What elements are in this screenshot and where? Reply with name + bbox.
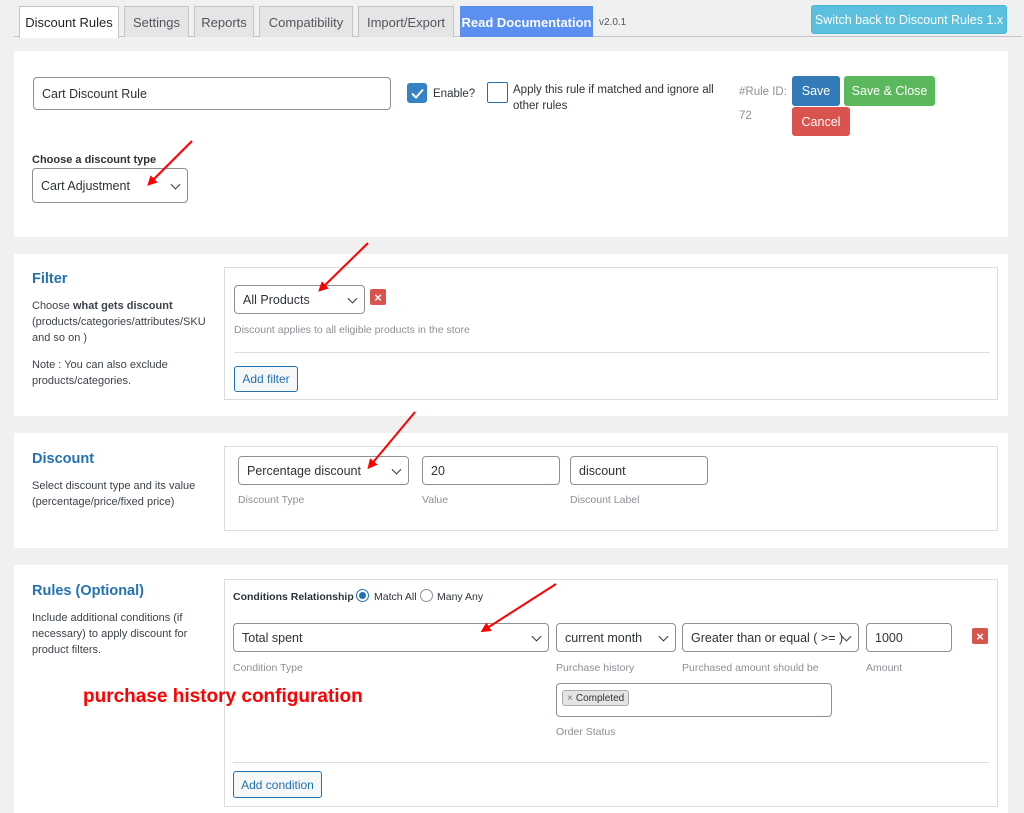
rule-name-input[interactable]: Cart Discount Rule bbox=[33, 77, 391, 110]
radio-dot-icon bbox=[359, 592, 366, 599]
tab-import-export[interactable]: Import/Export bbox=[358, 6, 454, 37]
chevron-down-icon bbox=[658, 631, 669, 642]
filter-desc-line2: (products/categories/attributes/SKU bbox=[32, 316, 206, 328]
enable-label: Enable? bbox=[433, 88, 476, 100]
add-condition-button[interactable]: Add condition bbox=[233, 771, 322, 798]
tag-remove-icon[interactable]: × bbox=[567, 693, 573, 704]
order-status-tag-label: Completed bbox=[575, 692, 625, 704]
condition-type-value: Total spent bbox=[242, 630, 303, 645]
chevron-down-icon bbox=[170, 179, 181, 190]
many-any-radio[interactable] bbox=[420, 589, 433, 602]
filter-divider bbox=[234, 352, 990, 353]
condition-type-hint: Condition Type bbox=[233, 662, 303, 674]
filter-note: Note : You can also exclude products/cat… bbox=[32, 357, 168, 389]
purchase-history-hint: Purchase history bbox=[556, 662, 635, 674]
discount-type-value-select[interactable]: Percentage discount bbox=[238, 456, 409, 485]
discount-label-hint: Discount Label bbox=[570, 494, 640, 506]
amount-hint: Amount bbox=[866, 662, 903, 674]
remove-condition-icon[interactable]: × bbox=[972, 628, 988, 644]
comparison-select[interactable]: Greater than or equal ( >= ) bbox=[682, 623, 859, 652]
purchase-history-value: current month bbox=[565, 630, 643, 645]
chevron-down-icon bbox=[347, 293, 358, 304]
condition-type-select[interactable]: Total spent bbox=[233, 623, 549, 652]
rule-id-label: #Rule ID: bbox=[739, 86, 787, 98]
apply-ignore-label-line2: other rules bbox=[513, 100, 568, 112]
discount-type-value: Cart Adjustment bbox=[41, 178, 130, 193]
filter-description: Choose what gets discount (products/cate… bbox=[32, 298, 206, 346]
tab-read-documentation[interactable]: Read Documentation bbox=[460, 6, 593, 37]
chevron-down-icon bbox=[391, 464, 402, 475]
filter-title: Filter bbox=[32, 271, 68, 287]
apply-ignore-checkbox[interactable] bbox=[487, 82, 508, 103]
order-status-hint: Order Status bbox=[556, 726, 616, 738]
discount-box: Percentage discount Discount Type 20 Val… bbox=[224, 446, 998, 531]
comparison-value: Greater than or equal ( >= ) bbox=[691, 630, 844, 645]
discount-type-label: Choose a discount type bbox=[32, 154, 157, 166]
rules-title: Rules (Optional) bbox=[32, 583, 144, 599]
filter-note-line1: Note : You can also exclude bbox=[32, 359, 168, 371]
match-all-radio[interactable] bbox=[356, 589, 369, 602]
discount-title: Discount bbox=[32, 451, 95, 467]
discount-type-hint: Discount Type bbox=[238, 494, 305, 506]
filter-type-select[interactable]: All Products bbox=[234, 285, 365, 314]
conditions-relationship-label: Conditions Relationship bbox=[233, 591, 354, 603]
rule-general-panel: Cart Discount Rule Enable? Apply this ru… bbox=[14, 51, 1008, 237]
order-status-tag[interactable]: × Completed bbox=[562, 690, 630, 706]
purchase-history-select[interactable]: current month bbox=[556, 623, 676, 652]
save-close-button[interactable]: Save & Close bbox=[844, 76, 935, 106]
discount-value-input[interactable]: 20 bbox=[422, 456, 560, 485]
check-icon bbox=[410, 88, 424, 99]
discount-description: Select discount type and its value (perc… bbox=[32, 478, 195, 510]
comparison-hint: Purchased amount should be bbox=[682, 662, 819, 674]
tab-reports[interactable]: Reports bbox=[194, 6, 254, 37]
many-any-label: Many Any bbox=[437, 591, 484, 603]
filter-desc-line3: and so on ) bbox=[32, 332, 88, 344]
order-status-multiselect[interactable]: × Completed bbox=[556, 683, 832, 717]
annotation-text: purchase history configuration bbox=[83, 686, 363, 707]
discount-type-select[interactable]: Cart Adjustment bbox=[32, 168, 188, 203]
discount-desc-line2: (percentage/price/fixed price) bbox=[32, 496, 175, 508]
save-button[interactable]: Save bbox=[792, 76, 840, 106]
rule-id-value: 72 bbox=[739, 110, 752, 122]
chevron-down-icon bbox=[531, 631, 542, 642]
filter-desc-bold: what gets discount bbox=[72, 300, 173, 312]
apply-ignore-label-line1: Apply this rule if matched and ignore al… bbox=[513, 84, 714, 96]
discount-desc-line1: Select discount type and its value bbox=[32, 480, 196, 492]
rules-desc-line1: Include additional conditions (if bbox=[32, 612, 183, 624]
rules-divider bbox=[233, 762, 989, 763]
filter-type-value: All Products bbox=[243, 292, 310, 307]
tab-bar: Discount Rules Settings Reports Compatib… bbox=[0, 0, 1024, 38]
remove-filter-icon[interactable]: × bbox=[370, 289, 386, 305]
filter-note-line2: products/categories. bbox=[32, 375, 132, 387]
rules-desc-line2: necessary) to apply discount for bbox=[32, 628, 188, 640]
tab-settings[interactable]: Settings bbox=[124, 6, 189, 37]
tab-discount-rules[interactable]: Discount Rules bbox=[19, 6, 119, 38]
amount-input[interactable]: 1000 bbox=[866, 623, 952, 652]
tab-compatibility[interactable]: Compatibility bbox=[259, 6, 353, 37]
match-all-label: Match All bbox=[374, 591, 417, 603]
filter-box: All Products × Discount applies to all e… bbox=[224, 267, 998, 400]
rules-desc-line3: product filters. bbox=[32, 644, 102, 656]
rules-description: Include additional conditions (if necess… bbox=[32, 610, 187, 658]
filter-hint: Discount applies to all eligible product… bbox=[234, 324, 470, 336]
filter-desc-prefix: Choose bbox=[32, 300, 73, 312]
discount-label-input[interactable]: discount bbox=[570, 456, 708, 485]
version-label: v2.0.1 bbox=[599, 17, 627, 28]
discount-type-select-value: Percentage discount bbox=[247, 463, 361, 478]
discount-panel: Discount Select discount type and its va… bbox=[14, 433, 1008, 548]
enable-checkbox[interactable] bbox=[407, 83, 427, 103]
cancel-button[interactable]: Cancel bbox=[792, 107, 850, 136]
discount-value-hint: Value bbox=[422, 494, 449, 506]
filter-panel: Filter Choose what gets discount (produc… bbox=[14, 254, 1008, 416]
switch-back-button[interactable]: Switch back to Discount Rules 1.x bbox=[811, 5, 1007, 34]
add-filter-button[interactable]: Add filter bbox=[234, 366, 298, 392]
